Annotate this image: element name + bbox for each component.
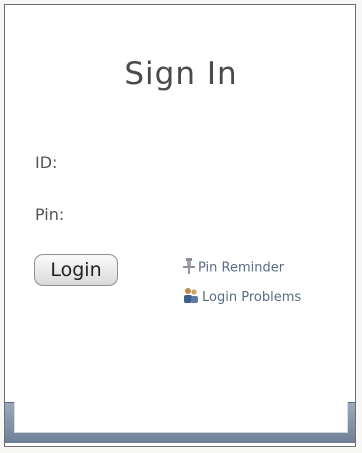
pin-label: Pin:: [35, 205, 65, 224]
login-problems-link[interactable]: Login Problems: [182, 287, 301, 308]
pin-reminder-link[interactable]: Pin Reminder: [182, 257, 284, 279]
page-title: Sign In: [124, 56, 238, 92]
pin-reminder-label: Pin Reminder: [198, 260, 285, 276]
id-label: ID:: [35, 153, 58, 172]
login-problems-label: Login Problems: [202, 290, 302, 305]
login-button[interactable]: Login: [34, 254, 118, 286]
users-icon: [182, 287, 200, 308]
pushpin-icon: [182, 257, 196, 279]
footer-inset: [14, 402, 348, 433]
